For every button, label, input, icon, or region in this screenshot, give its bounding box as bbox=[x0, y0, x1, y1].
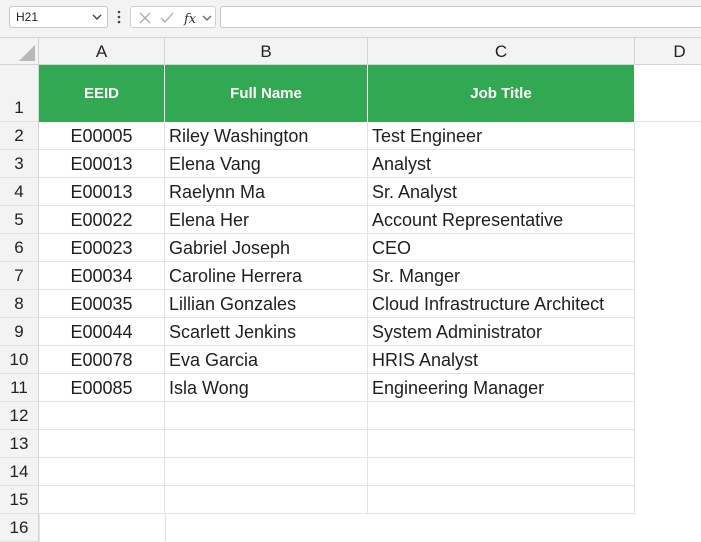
cell[interactable] bbox=[368, 430, 635, 458]
cell-full-name[interactable]: Isla Wong bbox=[165, 374, 368, 402]
row-header-7[interactable]: 7 bbox=[0, 262, 39, 290]
row-header-3[interactable]: 3 bbox=[0, 150, 39, 178]
row-header-15[interactable]: 15 bbox=[0, 486, 39, 514]
cancel-icon[interactable] bbox=[137, 10, 153, 26]
row-header-16[interactable]: 16 bbox=[0, 514, 39, 542]
column-header-b[interactable]: B bbox=[165, 38, 368, 65]
cell-full-name[interactable]: Elena Vang bbox=[165, 150, 368, 178]
cell[interactable] bbox=[635, 65, 701, 122]
cell[interactable] bbox=[165, 514, 166, 542]
cell-job-title[interactable]: Analyst bbox=[368, 150, 635, 178]
cell[interactable] bbox=[368, 402, 635, 430]
cell[interactable] bbox=[39, 458, 165, 486]
row-header-10[interactable]: 10 bbox=[0, 346, 39, 374]
name-box[interactable]: H21 bbox=[9, 6, 108, 28]
cell-job-title[interactable]: Cloud Infrastructure Architect bbox=[368, 290, 635, 318]
cell-eeid[interactable]: E00034 bbox=[39, 262, 165, 290]
cell-eeid[interactable]: E00005 bbox=[39, 122, 165, 150]
chevron-down-icon[interactable] bbox=[91, 11, 103, 23]
row-header-2[interactable]: 2 bbox=[0, 122, 39, 150]
cell[interactable] bbox=[368, 458, 635, 486]
cell-eeid[interactable]: E00044 bbox=[39, 318, 165, 346]
select-all-button[interactable] bbox=[0, 38, 39, 65]
cell-job-title[interactable]: System Administrator bbox=[368, 318, 635, 346]
cell-eeid[interactable]: E00085 bbox=[39, 374, 165, 402]
formula-bar: H21 fx bbox=[0, 0, 701, 38]
row-header-13[interactable]: 13 bbox=[0, 430, 39, 458]
cell[interactable] bbox=[39, 486, 165, 514]
cell-full-name[interactable]: Eva Garcia bbox=[165, 346, 368, 374]
cell-full-name[interactable]: Raelynn Ma bbox=[165, 178, 368, 206]
row-header-14[interactable]: 14 bbox=[0, 458, 39, 486]
header-cell-eeid[interactable]: EEID bbox=[39, 65, 165, 122]
row-header-12[interactable]: 12 bbox=[0, 402, 39, 430]
cell-job-title[interactable]: Engineering Manager bbox=[368, 374, 635, 402]
cell[interactable] bbox=[165, 402, 368, 430]
cell[interactable] bbox=[39, 402, 165, 430]
cell-eeid[interactable]: E00022 bbox=[39, 206, 165, 234]
cell[interactable] bbox=[39, 514, 40, 542]
row-header-1[interactable]: 1 bbox=[0, 65, 39, 122]
row-header-8[interactable]: 8 bbox=[0, 290, 39, 318]
row-header-11[interactable]: 11 bbox=[0, 374, 39, 402]
header-cell-full-name[interactable]: Full Name bbox=[165, 65, 368, 122]
cell-full-name[interactable]: Lillian Gonzales bbox=[165, 290, 368, 318]
cell[interactable] bbox=[165, 430, 368, 458]
cell-eeid[interactable]: E00013 bbox=[39, 178, 165, 206]
cell[interactable] bbox=[165, 458, 368, 486]
cell[interactable] bbox=[165, 486, 368, 514]
insert-function-icon[interactable]: fx bbox=[183, 10, 201, 26]
cell[interactable] bbox=[39, 430, 165, 458]
cell-full-name[interactable]: Riley Washington bbox=[165, 122, 368, 150]
row-header-4[interactable]: 4 bbox=[0, 178, 39, 206]
cell-eeid[interactable]: E00013 bbox=[39, 150, 165, 178]
enter-check-icon[interactable] bbox=[159, 10, 175, 26]
more-options-icon[interactable] bbox=[115, 9, 123, 25]
name-box-value: H21 bbox=[16, 10, 39, 24]
column-header-d[interactable]: D bbox=[635, 38, 701, 65]
column-header-a[interactable]: A bbox=[39, 38, 165, 65]
cell-job-title[interactable]: Account Representative bbox=[368, 206, 635, 234]
header-cell-job-title[interactable]: Job Title bbox=[368, 65, 635, 122]
cell-full-name[interactable]: Gabriel Joseph bbox=[165, 234, 368, 262]
cell-full-name[interactable]: Elena Her bbox=[165, 206, 368, 234]
cell-job-title[interactable]: Test Engineer bbox=[368, 122, 635, 150]
cell-full-name[interactable]: Caroline Herrera bbox=[165, 262, 368, 290]
cell-job-title[interactable]: CEO bbox=[368, 234, 635, 262]
cell-job-title[interactable]: Sr. Manger bbox=[368, 262, 635, 290]
cell-job-title[interactable]: Sr. Analyst bbox=[368, 178, 635, 206]
fx-chevron-down-icon[interactable] bbox=[201, 10, 213, 26]
cell-full-name[interactable]: Scarlett Jenkins bbox=[165, 318, 368, 346]
row-header-6[interactable]: 6 bbox=[0, 234, 39, 262]
cell-eeid[interactable]: E00035 bbox=[39, 290, 165, 318]
cell[interactable] bbox=[368, 486, 635, 514]
cell-job-title[interactable]: HRIS Analyst bbox=[368, 346, 635, 374]
svg-text:fx: fx bbox=[183, 12, 197, 26]
cell-eeid[interactable]: E00078 bbox=[39, 346, 165, 374]
formula-controls: fx bbox=[130, 6, 216, 28]
row-header-5[interactable]: 5 bbox=[0, 206, 39, 234]
cell-eeid[interactable]: E00023 bbox=[39, 234, 165, 262]
column-header-c[interactable]: C bbox=[368, 38, 635, 65]
formula-input[interactable] bbox=[220, 6, 701, 28]
row-header-9[interactable]: 9 bbox=[0, 318, 39, 346]
